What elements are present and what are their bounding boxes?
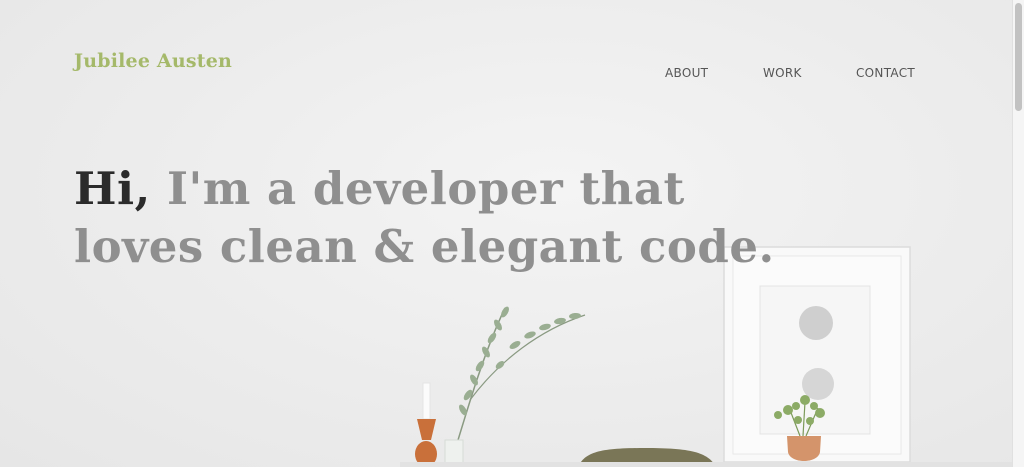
- brand-logo[interactable]: Jubilee Austen: [74, 50, 232, 72]
- hero-line-2: loves clean & elegant code.: [74, 220, 775, 273]
- hero-greeting: Hi,: [74, 162, 151, 215]
- nav-contact[interactable]: CONTACT: [856, 66, 915, 80]
- hero-headline: Hi, I'm a developer that loves clean & e…: [74, 160, 775, 276]
- nav-about[interactable]: ABOUT: [665, 66, 708, 80]
- scrollbar-thumb[interactable]: [1015, 3, 1022, 111]
- table-top: [400, 462, 1012, 467]
- glass-vase: [444, 439, 464, 467]
- potted-plant: [774, 395, 825, 461]
- candle-holder: [415, 382, 437, 467]
- page-scrollbar[interactable]: [1012, 0, 1024, 467]
- plant-branch: [451, 306, 586, 461]
- page: Jubilee Austen ABOUT WORK CONTACT Hi, I'…: [0, 0, 1012, 467]
- nav-work[interactable]: WORK: [763, 66, 802, 80]
- hero-line-1: I'm a developer that: [150, 162, 685, 215]
- picture-frame: [723, 246, 911, 463]
- chair-back: [578, 448, 716, 467]
